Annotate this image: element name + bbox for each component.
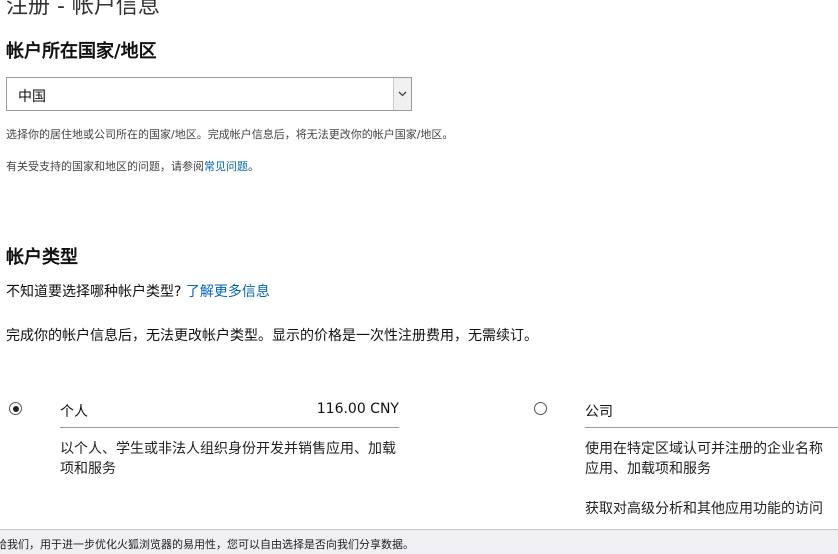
- faq-note-prefix: 有关受支持的国家和地区的问题，请参阅: [6, 160, 204, 173]
- country-select[interactable]: 中国: [6, 77, 412, 111]
- browser-notification-bar: 给我们，用于进一步优化火狐浏览器的易用性，您可以自由选择是否向我们分享数据。: [0, 529, 838, 554]
- notification-text: 给我们，用于进一步优化火狐浏览器的易用性，您可以自由选择是否向我们分享数据。: [0, 538, 414, 551]
- radio-selected-dot: [12, 405, 19, 412]
- country-faq-note: 有关受支持的国家和地区的问题，请参阅常见问题。: [6, 158, 259, 174]
- option-individual-price: 116.00 CNY: [316, 401, 399, 417]
- registration-page: 注册 - 帐户信息 帐户所在国家/地区 中国 选择你的居住地或公司所在的国家/地…: [0, 0, 838, 554]
- account-type-question: 不知道要选择哪种帐户类型? 了解更多信息: [6, 281, 270, 301]
- option-company-divider: [585, 427, 838, 428]
- option-individual-divider: [60, 427, 399, 428]
- learn-more-link[interactable]: 了解更多信息: [186, 284, 270, 300]
- radio-individual[interactable]: [9, 402, 22, 415]
- account-type-notice: 完成你的帐户信息后，无法更改帐户类型。显示的价格是一次性注册费用，无需续订。: [6, 328, 538, 344]
- account-type-question-text: 不知道要选择哪种帐户类型?: [6, 284, 182, 300]
- radio-company[interactable]: [534, 402, 547, 415]
- option-company-description-line2: 应用、加载项和服务: [585, 461, 711, 477]
- faq-link[interactable]: 常见问题: [204, 160, 248, 173]
- option-individual-label[interactable]: 个人: [60, 401, 88, 421]
- page-title: 注册 - 帐户信息: [6, 0, 160, 19]
- country-select-value: 中国: [18, 89, 46, 105]
- option-company-description-line1: 使用在特定区域认可并注册的企业名称: [585, 441, 823, 457]
- chevron-down-icon: [398, 91, 407, 97]
- account-type-heading: 帐户类型: [6, 247, 78, 268]
- faq-note-suffix: 。: [248, 160, 259, 173]
- option-company-label[interactable]: 公司: [585, 401, 613, 421]
- country-section-heading: 帐户所在国家/地区: [6, 41, 157, 62]
- option-company-description-line3: 获取对高级分析和其他应用功能的访问: [585, 501, 823, 517]
- option-individual-description: 以个人、学生或非法人组织身份开发并销售应用、加载项和服务: [60, 441, 396, 477]
- country-note: 选择你的居住地或公司所在的国家/地区。完成帐户信息后，将无法更改你的帐户国家/地…: [6, 128, 454, 141]
- select-dropdown-button[interactable]: [393, 78, 411, 110]
